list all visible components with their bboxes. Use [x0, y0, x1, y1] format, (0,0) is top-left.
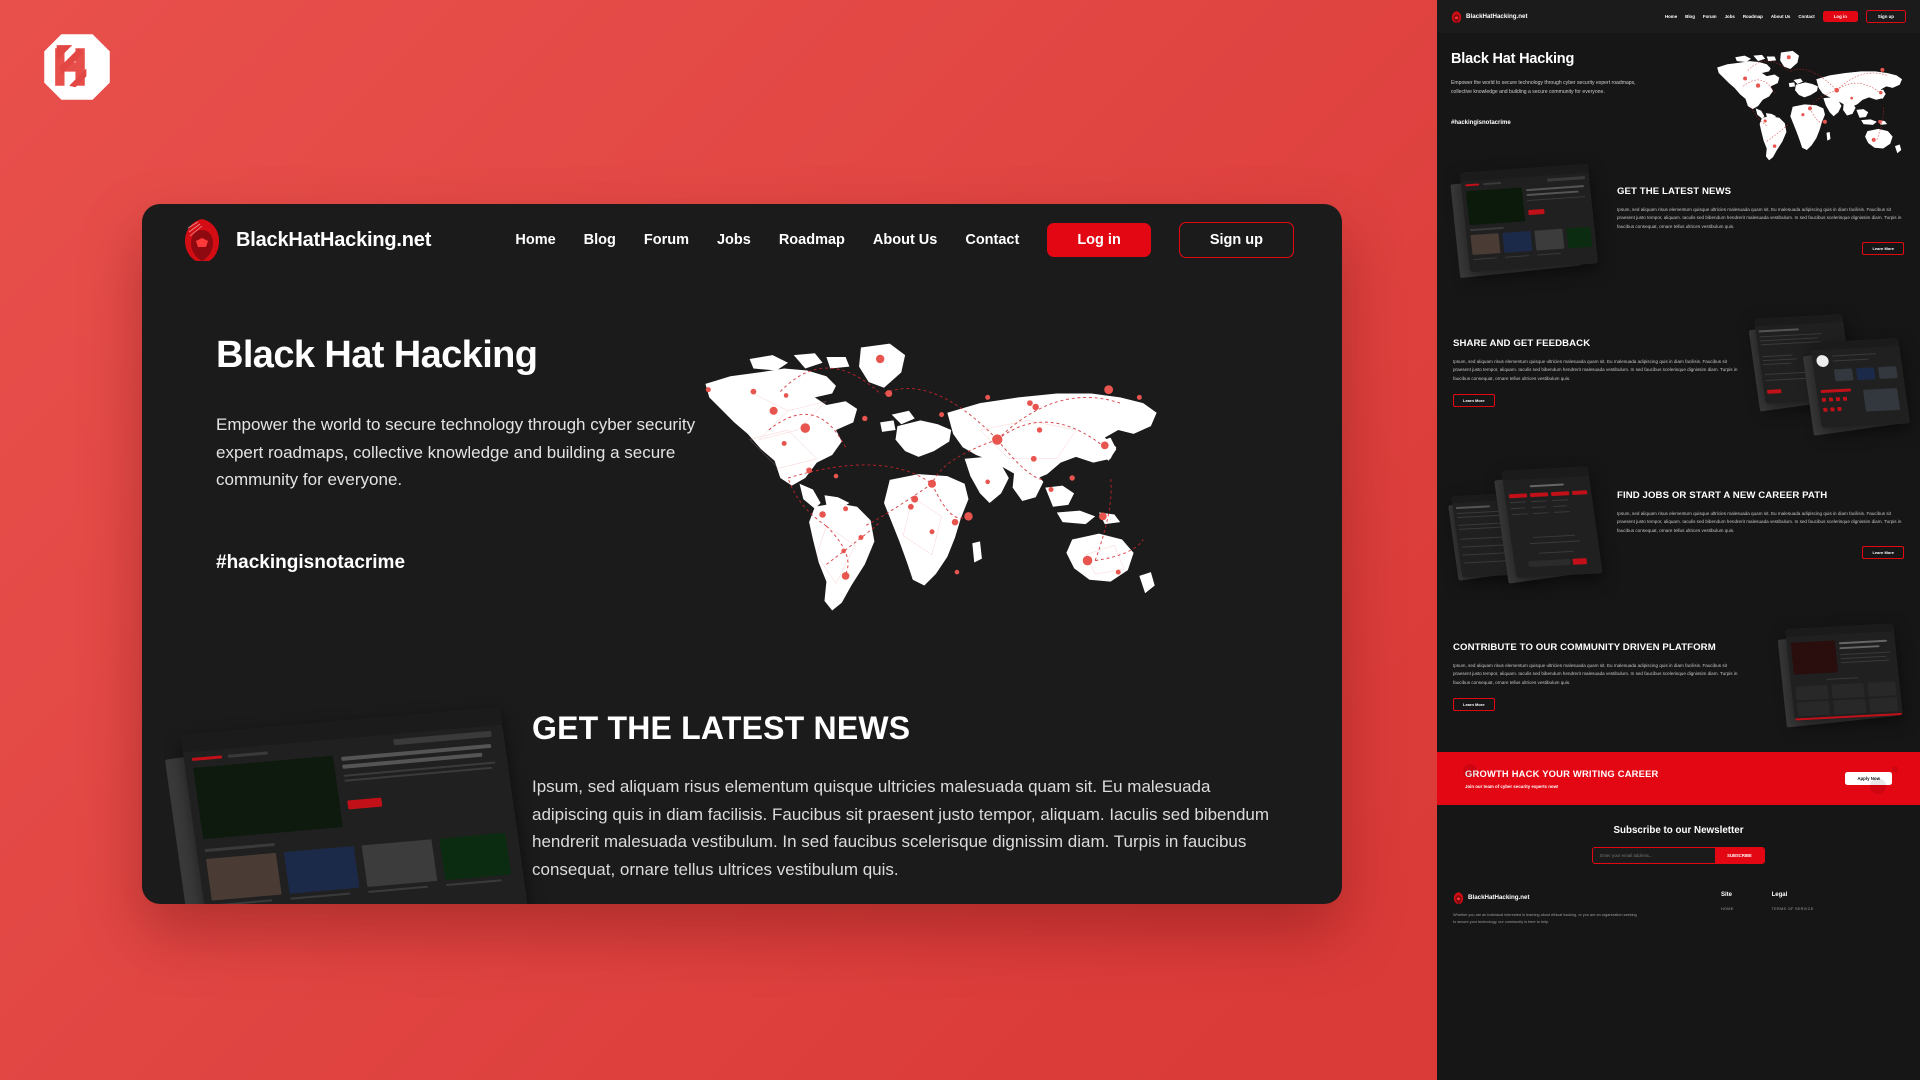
footer-column-heading: Site — [1721, 891, 1733, 898]
zoomed-preview-stage: BlackHatHacking.net Home Blog Forum Jobs… — [0, 0, 1437, 1080]
section-title: GET THE LATEST NEWS — [1617, 186, 1732, 198]
nav-link-jobs[interactable]: Jobs — [717, 232, 751, 248]
cta-title: GROWTH HACK YOUR WRITING CAREER — [1465, 767, 1659, 779]
section-body: Ipsum, sed aliquam risus elementum quisq… — [1617, 511, 1902, 533]
brand-name: BlackHatHacking.net — [236, 228, 432, 251]
site-footer: BlackHatHacking.net Whether you are an i… — [1437, 877, 1920, 926]
preview-world-map-graphic — [1676, 50, 1906, 161]
preview-nav-link-contact[interactable]: Contact — [1798, 14, 1814, 19]
community-screenshot-mockup — [1754, 620, 1904, 732]
hero-preview-card: BlackHatHacking.net Home Blog Forum Jobs… — [142, 204, 1342, 904]
preview-nav-link-jobs[interactable]: Jobs — [1725, 14, 1735, 19]
newsletter-section: Subscribe to our Newsletter SUBSCRIBE — [1437, 804, 1920, 878]
preview-brand-logo[interactable]: BlackHatHacking.net — [1451, 10, 1528, 23]
section-body-news: Ipsum, sed aliquam risus elementum quisq… — [532, 777, 1270, 879]
hero-hashtag: #hackingisnotacrime — [216, 551, 406, 573]
world-map-graphic — [702, 328, 1342, 696]
preview-hero-copy: Black Hat Hacking Empower the world to s… — [1451, 51, 1676, 126]
section-body: Ipsum, sed aliquam risus elementum quisq… — [1453, 359, 1738, 381]
footer-brand-name: BlackHatHacking.net — [1468, 894, 1530, 902]
preview-nav-links: Home Blog Forum Jobs Roadmap About Us Co… — [1665, 10, 1906, 23]
learn-more-button[interactable]: Learn More — [1862, 241, 1904, 255]
footer-column-legal: Legal TERMS OF SERVICE — [1772, 892, 1814, 926]
news-screenshot-mockup — [1450, 163, 1603, 278]
hoodie-hacker-icon — [185, 219, 219, 261]
preview-signup-button[interactable]: Sign up — [1865, 10, 1906, 23]
jobs-screenshot-mockup — [1448, 466, 1603, 584]
signup-button[interactable]: Sign up — [1178, 222, 1294, 258]
section-title: CONTRIBUTE TO OUR COMMUNITY DRIVEN PLATF… — [1453, 642, 1716, 654]
learn-more-button[interactable]: Learn More — [1862, 545, 1904, 559]
brand-logo-link[interactable]: BlackHatHacking.net — [182, 218, 431, 262]
preview-section-copy: SHARE AND GET FEEDBACK Ipsum, sed aliqua… — [1453, 337, 1740, 407]
preview-nav-link-home[interactable]: Home — [1665, 14, 1677, 19]
nav-link-forum[interactable]: Forum — [644, 232, 689, 248]
preview-page-title: Black Hat Hacking — [1451, 51, 1575, 67]
learn-more-button[interactable]: Learn More — [1453, 697, 1495, 711]
hoodie-hacker-icon — [1451, 10, 1462, 23]
site-navigation-bar: BlackHatHacking.net Home Blog Forum Jobs… — [142, 204, 1342, 276]
preview-section-contribute: CONTRIBUTE TO OUR COMMUNITY DRIVEN PLATF… — [1437, 600, 1920, 752]
footer-description: Whether you are an individual interested… — [1453, 912, 1637, 924]
hh-monogram-logo — [44, 34, 110, 100]
section-title-news: GET THE LATEST NEWS — [532, 710, 911, 746]
nav-link-about-us[interactable]: About Us — [873, 232, 937, 248]
login-button[interactable]: Log in — [1047, 223, 1151, 257]
preview-brand-name: BlackHatHacking.net — [1466, 13, 1528, 20]
nav-link-roadmap[interactable]: Roadmap — [779, 232, 845, 248]
primary-nav-links: Home Blog Forum Jobs Roadmap About Us Co… — [515, 222, 1294, 258]
preview-nav-link-blog[interactable]: Blog — [1685, 14, 1695, 19]
footer-link-home[interactable]: HOME — [1721, 907, 1734, 911]
learn-more-button[interactable]: Learn More — [1453, 393, 1495, 407]
hero-section: Black Hat Hacking Empower the world to s… — [142, 276, 1342, 696]
preview-nav-link-forum[interactable]: Forum — [1703, 14, 1717, 19]
footer-column-site: Site HOME — [1721, 892, 1734, 926]
decorative-dot — [1870, 777, 1886, 794]
latest-news-copy: GET THE LATEST NEWS Ipsum, sed aliquam r… — [532, 710, 1342, 904]
nav-link-home[interactable]: Home — [515, 232, 555, 248]
section-title: FIND JOBS OR START A NEW CAREER PATH — [1617, 490, 1828, 502]
nav-link-blog[interactable]: Blog — [584, 232, 616, 248]
newsletter-title: Subscribe to our Newsletter — [1613, 824, 1744, 836]
cta-banner-copy: GROWTH HACK YOUR WRITING CAREER Join our… — [1465, 768, 1659, 789]
preview-section-news: GET THE LATEST NEWS Ipsum, sed aliquam r… — [1437, 144, 1920, 296]
footer-brand-logo[interactable]: BlackHatHacking.net — [1453, 892, 1683, 904]
preview-section-feedback: SHARE AND GET FEEDBACK Ipsum, sed aliqua… — [1437, 296, 1920, 448]
preview-hero-hashtag: #hackingisnotacrime — [1451, 119, 1511, 126]
decorative-dot — [1463, 763, 1477, 778]
preview-world-map-svg — [1717, 50, 1903, 161]
section-body: Ipsum, sed aliquam risus elementum quisq… — [1617, 207, 1902, 229]
preview-navigation-bar: BlackHatHacking.net Home Blog Forum Jobs… — [1437, 0, 1920, 33]
preview-section-copy: FIND JOBS OR START A NEW CAREER PATH Ips… — [1617, 489, 1904, 559]
preview-hero-subtitle: Empower the world to secure technology t… — [1451, 80, 1636, 95]
email-field[interactable] — [1593, 847, 1716, 863]
preview-section-jobs: FIND JOBS OR START A NEW CAREER PATH Ips… — [1437, 448, 1920, 600]
section-body: Ipsum, sed aliquam risus elementum quisq… — [1453, 663, 1738, 685]
preview-login-button[interactable]: Log in — [1822, 11, 1858, 22]
section-title: SHARE AND GET FEEDBACK — [1453, 338, 1591, 350]
newsletter-form: SUBSCRIBE — [1592, 846, 1765, 864]
page-title: Black Hat Hacking — [216, 334, 538, 376]
preview-section-copy: CONTRIBUTE TO OUR COMMUNITY DRIVEN PLATF… — [1453, 641, 1740, 711]
subscribe-button[interactable]: SUBSCRIBE — [1715, 847, 1764, 863]
preview-nav-link-about-us[interactable]: About Us — [1771, 14, 1791, 19]
latest-news-section: GET THE LATEST NEWS Ipsum, sed aliquam r… — [142, 707, 1342, 904]
footer-brand-block: BlackHatHacking.net Whether you are an i… — [1453, 892, 1683, 926]
decorative-dot — [1892, 765, 1898, 772]
preview-nav-link-roadmap[interactable]: Roadmap — [1743, 14, 1763, 19]
news-screenshot-mockup — [142, 707, 532, 904]
cta-banner: GROWTH HACK YOUR WRITING CAREER Join our… — [1437, 751, 1920, 805]
world-connection-map-svg — [705, 343, 1157, 611]
nav-link-contact[interactable]: Contact — [965, 232, 1019, 248]
footer-link-terms[interactable]: TERMS OF SERVICE — [1772, 907, 1814, 911]
hero-subtitle: Empower the world to secure technology t… — [216, 415, 696, 490]
full-page-preview-stage: BlackHatHacking.net Home Blog Forum Jobs… — [1437, 0, 1920, 1080]
preview-section-copy: GET THE LATEST NEWS Ipsum, sed aliquam r… — [1617, 185, 1904, 255]
hero-copy: Black Hat Hacking Empower the world to s… — [142, 334, 702, 696]
forum-screenshot-mockup — [1748, 313, 1911, 436]
cta-subtitle: Join our team of cyber security experts … — [1465, 783, 1559, 789]
footer-column-heading: Legal — [1771, 891, 1788, 898]
hoodie-hacker-icon — [1453, 892, 1464, 904]
preview-hero-section: Black Hat Hacking Empower the world to s… — [1437, 33, 1920, 161]
